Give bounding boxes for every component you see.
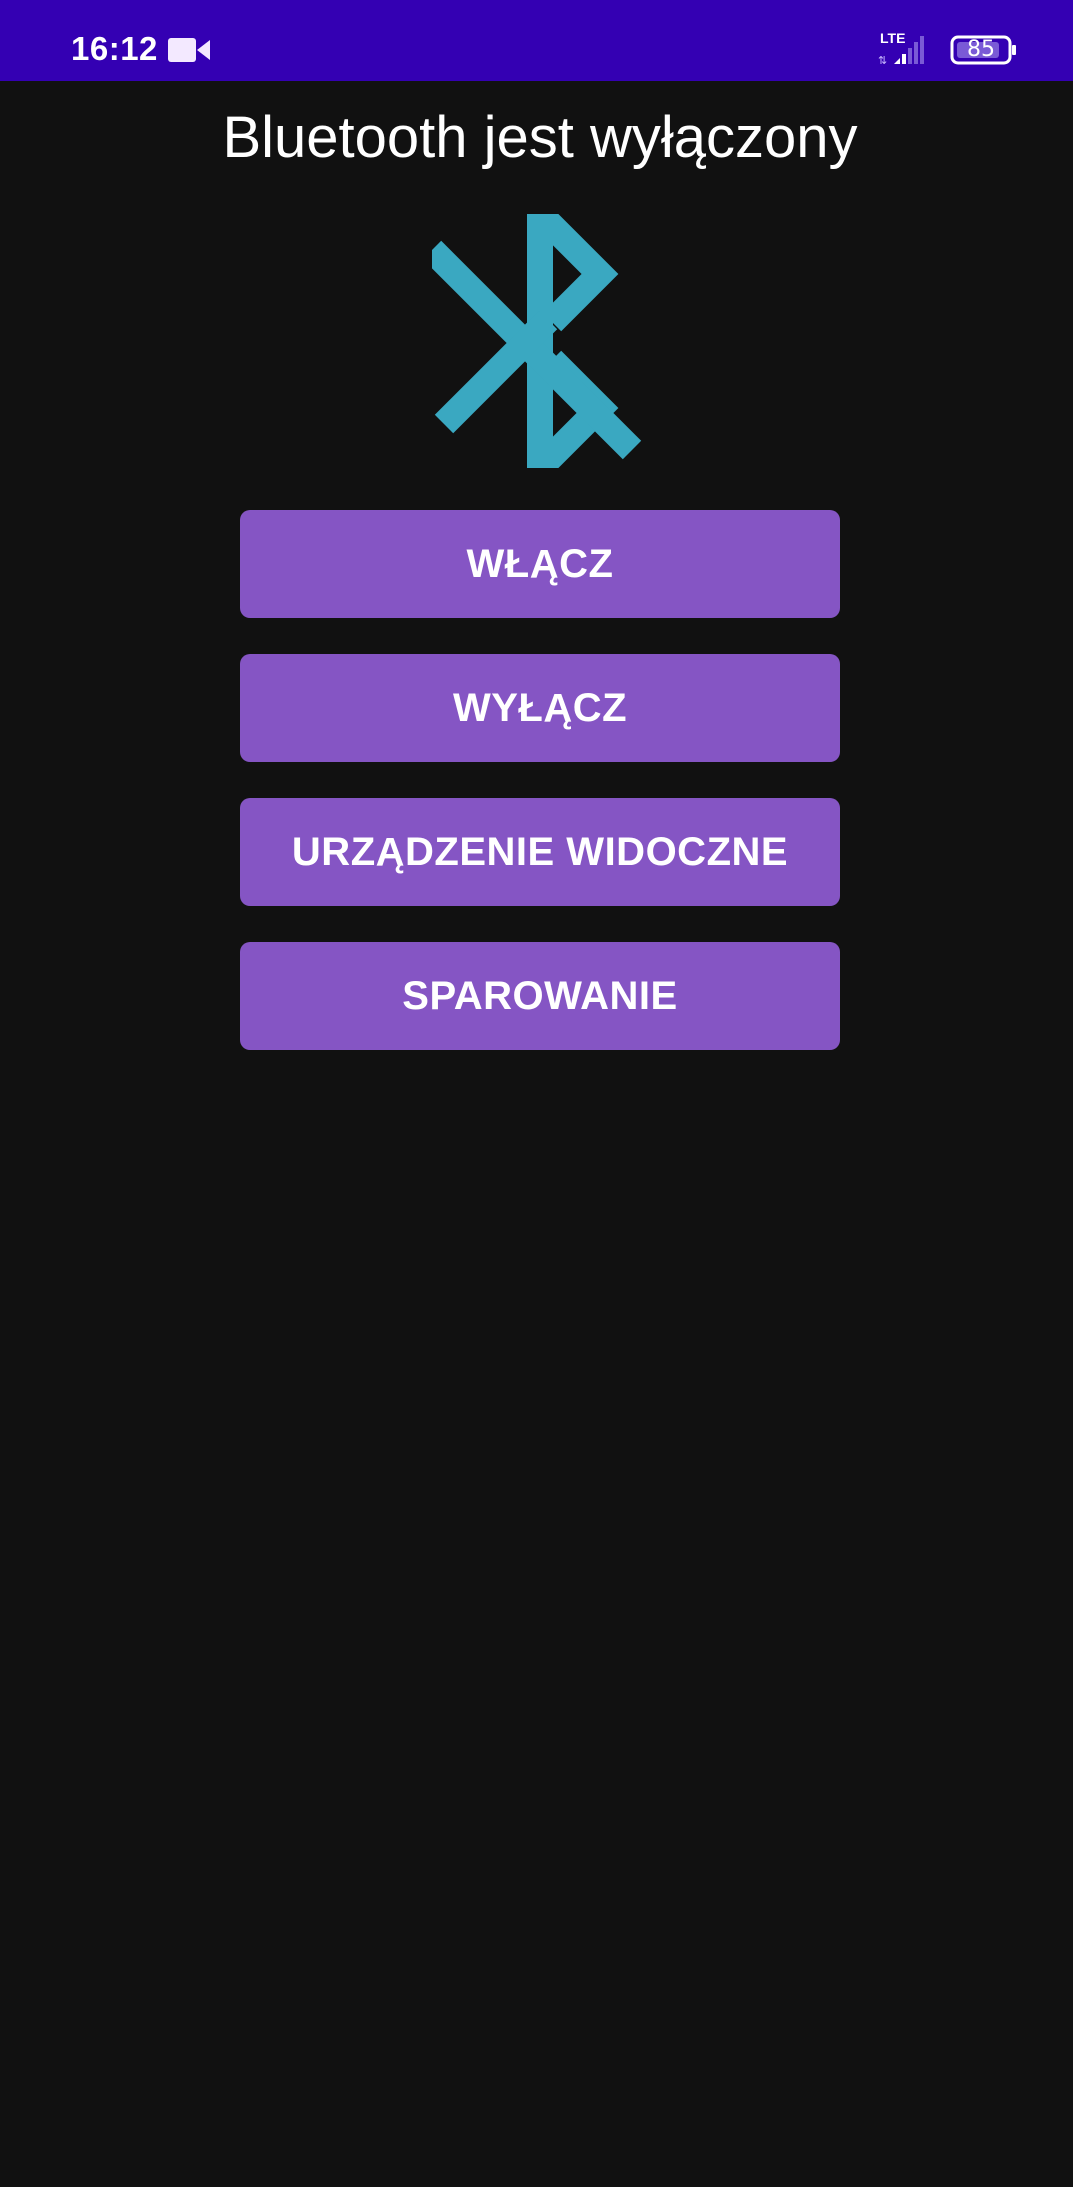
battery-level: 85 [967, 37, 995, 62]
status-bar: 16:12 LTE ⇅ 85 [0, 0, 1073, 81]
network-type-label: LTE [880, 30, 905, 46]
app-screen: 16:12 LTE ⇅ 85 Bluetooth jest wyłączony [0, 0, 1073, 2187]
status-time: 16:12 [71, 30, 158, 67]
video-camera-icon [168, 38, 210, 62]
svg-text:⇅: ⇅ [878, 54, 887, 67]
device-visible-button[interactable]: URZĄDZENIE WIDOCZNE [240, 798, 840, 906]
signal-strength-icon: LTE ⇅ [878, 30, 924, 67]
page-title: Bluetooth jest wyłączony [222, 105, 858, 170]
turn-off-button[interactable]: WYŁĄCZ [240, 654, 840, 762]
turn-on-button[interactable]: WŁĄCZ [240, 510, 840, 618]
bluetooth-icon [432, 214, 642, 468]
pairing-button[interactable]: SPAROWANIE [240, 942, 840, 1050]
